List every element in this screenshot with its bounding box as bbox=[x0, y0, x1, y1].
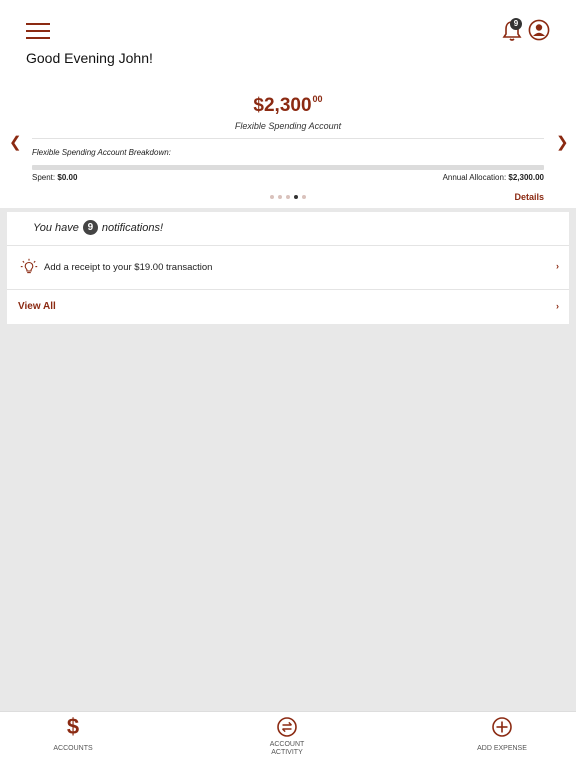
bottom-tab-bar: $ ACCOUNTS ACCOUNT ACTIVITY ADD EXPENSE bbox=[0, 711, 576, 768]
carousel-dot[interactable] bbox=[286, 195, 290, 199]
tab-accounts[interactable]: $ ACCOUNTS bbox=[13, 712, 133, 768]
notifications-heading: You have 9 notifications! bbox=[33, 220, 164, 235]
carousel-page-indicator bbox=[270, 195, 306, 199]
view-all-link[interactable]: View All bbox=[18, 301, 56, 312]
carousel-dot[interactable] bbox=[302, 195, 306, 199]
tab-activity-label-line1: ACCOUNT bbox=[269, 741, 305, 748]
spending-progress-bar bbox=[32, 165, 544, 170]
notification-text: Add a receipt to your $19.00 transaction bbox=[44, 262, 213, 273]
tab-add-expense[interactable]: ADD EXPENSE bbox=[442, 712, 562, 768]
spent-amount: Spent: $0.00 bbox=[32, 173, 78, 182]
notification-item[interactable]: Add a receipt to your $19.00 transaction… bbox=[7, 245, 569, 290]
hamburger-menu-icon[interactable] bbox=[26, 22, 52, 40]
divider bbox=[32, 138, 544, 139]
tab-add-expense-label: ADD EXPENSE bbox=[477, 745, 527, 752]
breakdown-label: Flexible Spending Account Breakdown: bbox=[32, 148, 171, 157]
balance-cents: 00 bbox=[312, 94, 323, 104]
chevron-right-icon: › bbox=[556, 301, 559, 311]
tab-account-activity[interactable]: ACCOUNT ACTIVITY bbox=[227, 712, 347, 768]
details-link[interactable]: Details bbox=[514, 192, 544, 202]
chevron-right-icon[interactable]: ❯ bbox=[556, 133, 569, 151]
notification-badge: 9 bbox=[510, 18, 522, 30]
tab-activity-label-line2: ACTIVITY bbox=[271, 749, 303, 756]
carousel-dot[interactable] bbox=[270, 195, 274, 199]
chevron-left-icon[interactable]: ❮ bbox=[9, 133, 22, 151]
balance-dollars: $2,300 bbox=[253, 95, 312, 116]
carousel-dot[interactable] bbox=[294, 195, 298, 199]
chevron-right-icon: › bbox=[556, 261, 559, 271]
greeting: Good Evening John! bbox=[26, 50, 153, 66]
account-name: Flexible Spending Account bbox=[234, 121, 342, 131]
annual-allocation: Annual Allocation: $2,300.00 bbox=[442, 173, 544, 182]
lightbulb-icon bbox=[20, 258, 38, 274]
view-all-row[interactable]: View All › bbox=[7, 290, 569, 324]
account-balance: $2,30000 bbox=[0, 94, 576, 117]
dollar-icon: $ bbox=[66, 714, 80, 739]
notification-count-badge: 9 bbox=[82, 220, 98, 235]
tab-accounts-label: ACCOUNTS bbox=[53, 745, 93, 752]
user-circle-icon[interactable] bbox=[528, 19, 550, 41]
carousel-dot[interactable] bbox=[278, 195, 282, 199]
plus-circle-icon bbox=[492, 717, 512, 737]
notifications-card: You have 9 notifications! Add a receipt … bbox=[7, 212, 569, 324]
header: 9 Good Evening John! ❮ ❯ $2,30000 Flexib… bbox=[0, 0, 576, 208]
exchange-arrows-icon bbox=[277, 717, 297, 737]
